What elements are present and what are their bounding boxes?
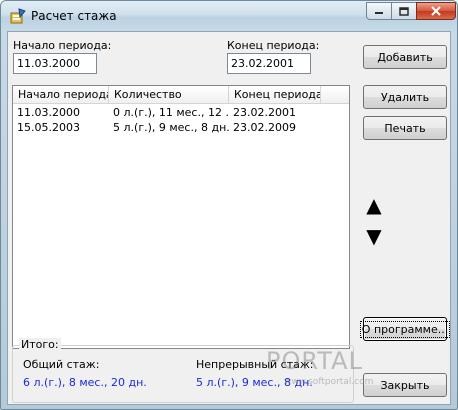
down-arrow-icon: ▼ — [366, 224, 382, 248]
cell-end: 23.02.2001 — [233, 106, 296, 119]
table-row[interactable]: 15.05.2003 5 л.(г.), 9 мес., 8 дн. 23.02… — [13, 121, 321, 136]
continuous-label: Непрерывный стаж: — [196, 358, 314, 371]
total-value: 6 л.(г.), 8 мес., 20 дн. — [23, 376, 147, 389]
move-up-button[interactable]: ▲ — [362, 193, 386, 217]
close-window-button[interactable] — [416, 2, 456, 20]
end-period-input[interactable] — [227, 53, 311, 74]
maximize-button[interactable] — [391, 2, 417, 20]
end-period-label: Конец периода: — [227, 39, 320, 52]
close-button-label: Закрыть — [380, 378, 430, 392]
list-header: Начало периода Количество Конец периода — [13, 86, 349, 104]
about-button-label: О программе... — [359, 320, 451, 338]
start-period-input[interactable] — [13, 53, 97, 74]
client-area: Начало периода: Конец периода: Добавить … — [7, 31, 451, 405]
add-button[interactable]: Добавить — [363, 45, 447, 69]
table-row[interactable]: 11.03.2000 0 л.(г.), 11 мес., 12 ... 23.… — [13, 106, 321, 121]
summary-group: Итого: Общий стаж: 6 л.(г.), 8 мес., 20 … — [12, 338, 354, 403]
continuous-value: 5 л.(г.), 9 мес., 8 дн. — [196, 376, 313, 389]
minimize-icon — [375, 12, 383, 14]
window-title: Расчет стажа — [31, 9, 117, 23]
move-down-button[interactable]: ▼ — [362, 224, 386, 248]
print-button-label: Печать — [384, 121, 426, 135]
delete-button-label: Удалить — [380, 90, 430, 104]
app-icon — [10, 8, 26, 24]
column-header-start[interactable]: Начало периода — [13, 86, 109, 104]
about-button[interactable]: О программе... — [359, 317, 451, 341]
close-icon — [431, 6, 441, 16]
cell-start: 15.05.2003 — [17, 121, 80, 134]
maximize-icon — [399, 6, 409, 16]
delete-button[interactable]: Удалить — [363, 85, 447, 109]
add-button-label: Добавить — [377, 50, 433, 64]
app-window: Расчет стажа Начало периода: Конец перио… — [0, 0, 458, 410]
print-button[interactable]: Печать — [363, 116, 447, 140]
cell-count: 0 л.(г.), 11 мес., 12 ... — [113, 106, 229, 119]
cell-end: 23.02.2009 — [233, 121, 296, 134]
column-header-end[interactable]: Конец периода — [229, 86, 321, 104]
cell-start: 11.03.2000 — [17, 106, 80, 119]
column-header-filler — [321, 86, 347, 104]
summary-group-title: Итого: — [19, 338, 61, 351]
total-label: Общий стаж: — [23, 358, 100, 371]
title-bar[interactable]: Расчет стажа — [1, 1, 457, 31]
start-period-label: Начало периода: — [13, 39, 112, 52]
close-button[interactable]: Закрыть — [363, 373, 447, 397]
up-arrow-icon: ▲ — [366, 193, 382, 217]
column-header-count[interactable]: Количество — [109, 86, 229, 104]
periods-list[interactable]: Начало периода Количество Конец периода … — [12, 85, 350, 349]
minimize-button[interactable] — [366, 2, 392, 20]
cell-count: 5 л.(г.), 9 мес., 8 дн. — [113, 121, 229, 134]
